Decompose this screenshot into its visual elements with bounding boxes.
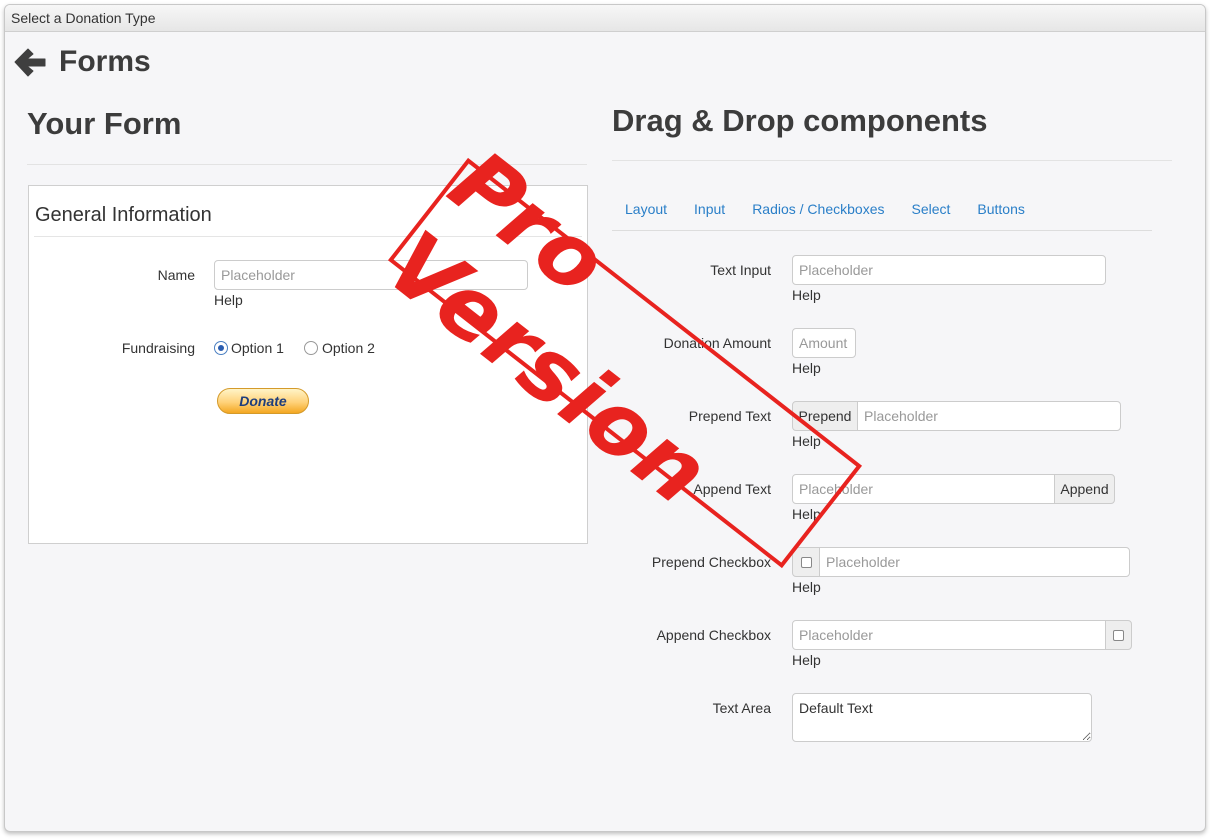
app-window: Select a Donation Type Forms Your Form G…: [4, 4, 1206, 832]
text-input-component[interactable]: [792, 255, 1106, 285]
text-area-input[interactable]: Default Text: [792, 693, 1092, 742]
components-heading: Drag & Drop components: [612, 103, 988, 138]
prepend-addon: Prepend: [792, 401, 858, 431]
prepend-checkbox-addon: [792, 547, 820, 577]
text-input-label: Text Input: [710, 262, 771, 278]
append-checkbox-help: Help: [792, 652, 821, 668]
prepend-checkbox-label: Prepend Checkbox: [651, 554, 771, 570]
append-addon: Append: [1054, 474, 1115, 504]
prepend-text-help: Help: [792, 433, 821, 449]
divider: [612, 160, 1172, 161]
fundraising-option-2: Option 2: [322, 340, 375, 356]
prepend-text-label: Prepend Text: [688, 408, 771, 424]
append-checkbox-label: Append Checkbox: [656, 627, 771, 643]
window-title: Select a Donation Type: [11, 10, 156, 26]
page-header: Forms: [13, 45, 151, 79]
append-checkbox[interactable]: [1113, 629, 1124, 641]
append-text-label: Append Text: [693, 481, 771, 497]
component-tabs: Layout Input Radios / Checkboxes Select …: [612, 201, 1039, 217]
append-text-help: Help: [792, 506, 821, 522]
prepend-checkbox-input[interactable]: [819, 547, 1130, 577]
your-form-heading: Your Form: [27, 106, 182, 141]
text-area-label: Text Area: [712, 700, 771, 716]
name-input[interactable]: [214, 260, 528, 290]
name-help: Help: [214, 292, 243, 308]
donate-button[interactable]: Donate: [217, 388, 309, 414]
append-checkbox-addon: [1105, 620, 1132, 650]
text-input-help: Help: [792, 287, 821, 303]
prepend-text-input[interactable]: [857, 401, 1121, 431]
tab-input[interactable]: Input: [681, 201, 739, 217]
donation-amount-label: Donation Amount: [663, 335, 771, 351]
donation-amount-help: Help: [792, 360, 821, 376]
fundraising-radio-1[interactable]: [214, 341, 228, 355]
page-title: Forms: [59, 45, 151, 78]
tab-select[interactable]: Select: [898, 201, 964, 217]
divider: [27, 164, 587, 165]
name-label: Name: [157, 267, 195, 283]
donation-amount-input[interactable]: [792, 328, 856, 358]
window-titlebar: Select a Donation Type: [5, 5, 1205, 32]
fundraising-option-1: Option 1: [231, 340, 284, 356]
prepend-checkbox-help: Help: [792, 579, 821, 595]
tab-buttons[interactable]: Buttons: [964, 201, 1038, 217]
form-legend: General Information: [35, 204, 212, 226]
tabs-divider: [612, 230, 1152, 231]
tab-layout[interactable]: Layout: [612, 201, 681, 217]
append-checkbox-input[interactable]: [792, 620, 1106, 650]
arrow-left-icon[interactable]: [13, 45, 47, 79]
prepend-checkbox[interactable]: [800, 556, 812, 568]
append-text-input[interactable]: [792, 474, 1055, 504]
legend-divider: [34, 236, 582, 237]
fundraising-label: Fundraising: [121, 340, 195, 356]
form-preview-panel[interactable]: General Information Name Help Fundraisin…: [28, 185, 588, 544]
tab-radios-checkboxes[interactable]: Radios / Checkboxes: [739, 201, 898, 217]
fundraising-radio-2[interactable]: [304, 341, 318, 355]
